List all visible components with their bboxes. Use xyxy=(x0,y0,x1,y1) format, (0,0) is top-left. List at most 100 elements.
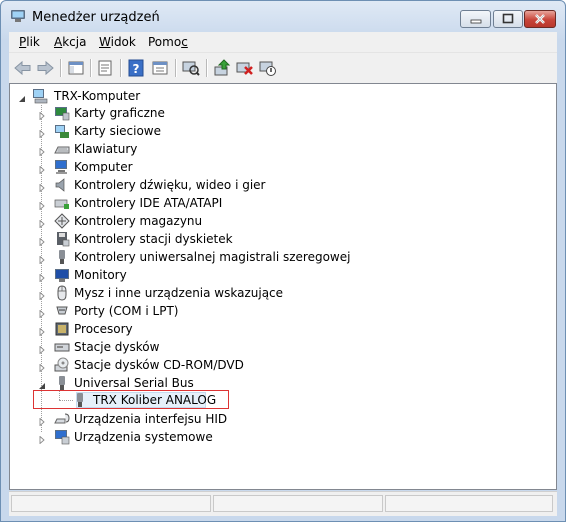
toolbar: ? xyxy=(9,52,557,83)
expand-arrow-icon[interactable] xyxy=(38,307,46,319)
collapse-arrow-icon[interactable] xyxy=(38,379,46,389)
tree-item-label: Karty graficzne xyxy=(74,106,165,120)
title-bar[interactable]: Menedżer urządzeń xyxy=(1,1,565,31)
monitor-icon xyxy=(54,267,70,283)
toolbar-separator xyxy=(206,59,208,77)
computer-icon xyxy=(54,159,70,175)
network-adapter-icon xyxy=(54,123,70,139)
expand-arrow-icon[interactable] xyxy=(38,145,46,157)
tree-item-label: Kontrolery stacji dyskietek xyxy=(74,232,233,246)
tree-item-urzadzenia-interfejsu-hid[interactable]: Urządzenia interfejsu HID xyxy=(36,410,456,428)
tree-root[interactable]: TRX-Komputer xyxy=(18,87,318,105)
update-driver-icon[interactable] xyxy=(212,58,232,78)
tree-item-kontrolery-magazynu[interactable]: Kontrolery magazynu xyxy=(36,212,456,230)
menu-akcja[interactable]: Akcja xyxy=(54,35,86,49)
tree-item-karty-graficzne[interactable]: Karty graficzne xyxy=(36,104,456,122)
tree-item-kontrolery-uniwersalnej-magistrali-szeregowej[interactable]: Kontrolery uniwersalnej magistrali szere… xyxy=(36,248,456,266)
tree-item-kontrolery-ide-ata-atapi[interactable]: Kontrolery IDE ATA/ATAPI xyxy=(36,194,456,212)
disable-device-icon[interactable] xyxy=(258,58,278,78)
uninstall-icon[interactable] xyxy=(235,58,255,78)
help-icon[interactable]: ? xyxy=(126,58,146,78)
tree-item-label: Karty sieciowe xyxy=(74,124,162,138)
tree-item-kontrolery-stacji-dyskietek[interactable]: Kontrolery stacji dyskietek xyxy=(36,230,456,248)
toolbar-separator xyxy=(60,59,62,77)
tree-item-label: Komputer xyxy=(74,160,133,174)
expand-arrow-icon[interactable] xyxy=(38,433,46,445)
tree-item-label: Klawiatury xyxy=(74,142,138,156)
display-adapter-icon xyxy=(54,105,70,121)
usb-device-icon xyxy=(72,392,88,408)
usb-icon xyxy=(54,375,70,391)
tree-item-label: Stacje dysków CD-ROM/DVD xyxy=(74,358,244,372)
status-panel xyxy=(385,495,553,512)
tree-item-label: Universal Serial Bus xyxy=(74,376,194,390)
forward-arrow-icon[interactable] xyxy=(35,58,55,78)
ide-controller-icon xyxy=(54,195,70,211)
storage-controller-icon xyxy=(54,213,70,229)
back-arrow-icon[interactable] xyxy=(13,58,33,78)
menu-widok[interactable]: Widok xyxy=(99,35,136,49)
close-button[interactable] xyxy=(524,10,556,28)
expand-arrow-icon[interactable] xyxy=(38,253,46,265)
tree-item-label: Kontrolery IDE ATA/ATAPI xyxy=(74,196,223,210)
expand-arrow-icon[interactable] xyxy=(38,127,46,139)
system-device-icon xyxy=(54,429,70,445)
tree-item-label: Kontrolery uniwersalnej magistrali szere… xyxy=(74,250,351,264)
usb-controller-icon xyxy=(54,249,70,265)
tree-item-klawiatury[interactable]: Klawiatury xyxy=(36,140,456,158)
toolbar-separator xyxy=(120,59,122,77)
tree-item-karty-sieciowe[interactable]: Karty sieciowe xyxy=(36,122,456,140)
properties-icon[interactable] xyxy=(95,58,115,78)
tree-item-stacje-dyskow-cd-rom-dvd[interactable]: Stacje dysków CD-ROM/DVD xyxy=(36,356,456,374)
expand-arrow-icon[interactable] xyxy=(38,199,46,211)
tree-item-mysz-i-inne-urzadzenia-wskazujace[interactable]: Mysz i inne urządzenia wskazujące xyxy=(36,284,456,302)
scan-hardware-icon[interactable] xyxy=(181,58,201,78)
tree-item-procesory[interactable]: Procesory xyxy=(36,320,456,338)
tree-item-stacje-dyskow[interactable]: Stacje dysków xyxy=(36,338,456,356)
maximize-button[interactable] xyxy=(493,10,523,28)
expand-arrow-icon[interactable] xyxy=(38,271,46,283)
tree-item-label: Urządzenia interfejsu HID xyxy=(74,412,228,426)
tree-item-label: Porty (COM i LPT) xyxy=(74,304,179,318)
expand-arrow-icon[interactable] xyxy=(38,415,46,427)
status-panel xyxy=(11,495,211,512)
expand-arrow-icon[interactable] xyxy=(38,361,46,373)
svg-text:?: ? xyxy=(133,62,140,76)
device-manager-window: Menedżer urządzeń Plik Akcja Widok Pomoc xyxy=(0,0,566,522)
expand-arrow-icon[interactable] xyxy=(38,235,46,247)
console-tree-icon[interactable] xyxy=(66,58,86,78)
tree-item-label: Kontrolery magazynu xyxy=(74,214,203,228)
expand-arrow-icon[interactable] xyxy=(38,289,46,301)
hid-icon xyxy=(54,411,70,427)
expand-arrow-icon[interactable] xyxy=(38,325,46,337)
expand-arrow-icon[interactable] xyxy=(38,217,46,229)
menu-pomoc[interactable]: Pomoc xyxy=(148,35,188,49)
expand-arrow-icon[interactable] xyxy=(38,109,46,121)
window-title: Menedżer urządzeń xyxy=(32,10,160,25)
menu-plik[interactable]: Plik xyxy=(19,35,40,49)
expand-arrow-icon[interactable] xyxy=(38,181,46,193)
disk-drive-icon xyxy=(54,339,70,355)
tree-item-komputer[interactable]: Komputer xyxy=(36,158,456,176)
mouse-icon xyxy=(54,285,70,301)
status-panel xyxy=(213,495,383,512)
cdrom-icon xyxy=(54,357,70,373)
tree-item-label: Mysz i inne urządzenia wskazujące xyxy=(74,286,284,300)
tree-item-label: Procesory xyxy=(74,322,133,336)
tree-item-kontrolery-dzwieku-wideo-i-gier[interactable]: Kontrolery dźwięku, wideo i gier xyxy=(36,176,456,194)
expand-arrow-icon[interactable] xyxy=(38,163,46,175)
keyboard-icon xyxy=(54,141,70,157)
view-icon[interactable] xyxy=(150,58,170,78)
device-tree[interactable]: TRX-Komputer Karty graficzne Karty siecio… xyxy=(9,83,557,490)
menu-bar: Plik Akcja Widok Pomoc xyxy=(9,32,557,52)
device-manager-app-icon xyxy=(11,10,25,22)
tree-item-porty-com-i-lpt[interactable]: Porty (COM i LPT) xyxy=(36,302,456,320)
tree-item-trx-koliber-analog[interactable]: TRX Koliber ANALOG xyxy=(72,391,232,409)
tree-item-label: TRX Koliber ANALOG xyxy=(93,393,217,407)
tree-item-monitory[interactable]: Monitory xyxy=(36,266,456,284)
tree-item-urzadzenia-systemowe[interactable]: Urządzenia systemowe xyxy=(36,428,456,446)
computer-icon xyxy=(32,88,48,104)
minimize-button[interactable] xyxy=(460,10,491,28)
expand-arrow-icon[interactable] xyxy=(38,343,46,355)
collapse-arrow-icon[interactable] xyxy=(18,92,26,102)
